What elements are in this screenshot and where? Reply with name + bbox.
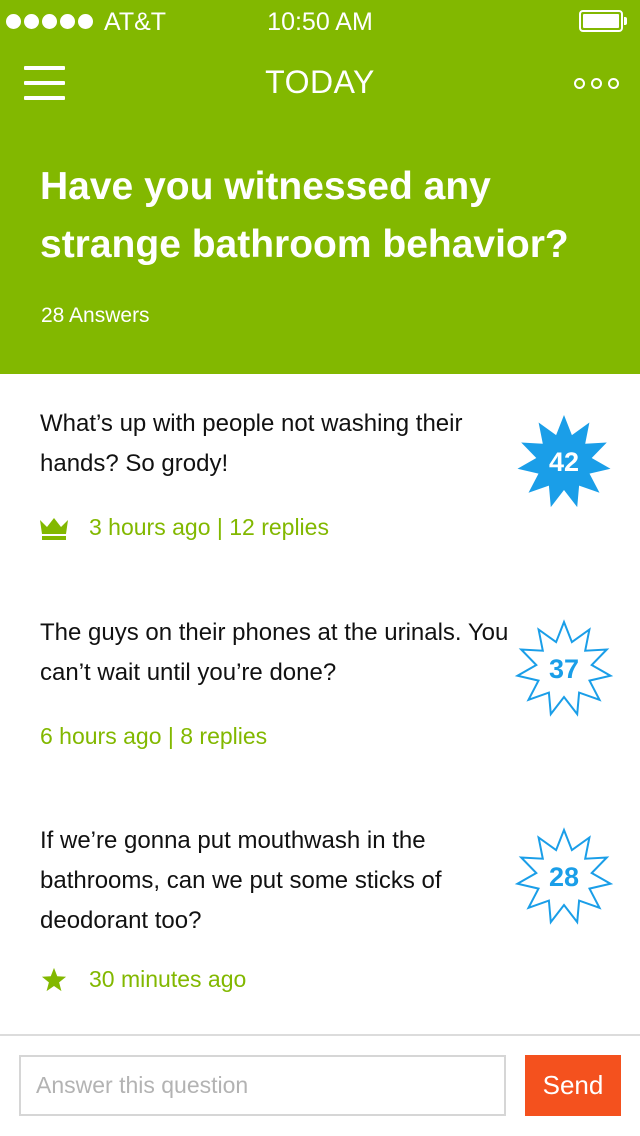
- answer-meta-text: 6 hours ago | 8 replies: [40, 723, 268, 749]
- nav-title: TODAY: [265, 64, 375, 100]
- vote-count: 42: [548, 447, 580, 477]
- battery-icon: [579, 10, 627, 32]
- more-options-icon[interactable]: [574, 78, 619, 89]
- composer-divider: [0, 1034, 640, 1036]
- answer-input[interactable]: [19, 1055, 506, 1116]
- vote-badge[interactable]: 42: [514, 412, 614, 512]
- question-title: Have you witnessed any strange bathroom …: [40, 165, 569, 266]
- status-bar: AT&T 10:50 AM: [0, 0, 640, 42]
- send-button[interactable]: Send: [525, 1055, 621, 1116]
- vote-count: 28: [548, 862, 580, 892]
- star-icon: [41, 967, 67, 991]
- answer-meta: 6 hours ago | 8 replies: [40, 723, 267, 750]
- answer-text: If we’re gonna put mouthwash in the bath…: [40, 827, 442, 934]
- vote-badge[interactable]: 37: [514, 619, 614, 719]
- answer-meta: 30 minutes ago: [40, 966, 246, 993]
- answer-text: The guys on their phones at the urinals.…: [40, 619, 509, 686]
- vote-badge[interactable]: 28: [514, 827, 614, 927]
- answers-count: 28 Answers: [41, 304, 150, 327]
- answer-meta: 3 hours ago | 12 replies: [40, 514, 329, 541]
- question-header: AT&T 10:50 AM TODAY Have you witnessed a…: [0, 0, 640, 374]
- vote-count: 37: [548, 654, 580, 684]
- crown-icon: [40, 517, 68, 540]
- answer-meta-text: 3 hours ago | 12 replies: [89, 514, 329, 540]
- answer-text: What’s up with people not washing their …: [40, 410, 463, 477]
- answer-meta-text: 30 minutes ago: [89, 966, 247, 992]
- status-time: 10:50 AM: [267, 8, 373, 36]
